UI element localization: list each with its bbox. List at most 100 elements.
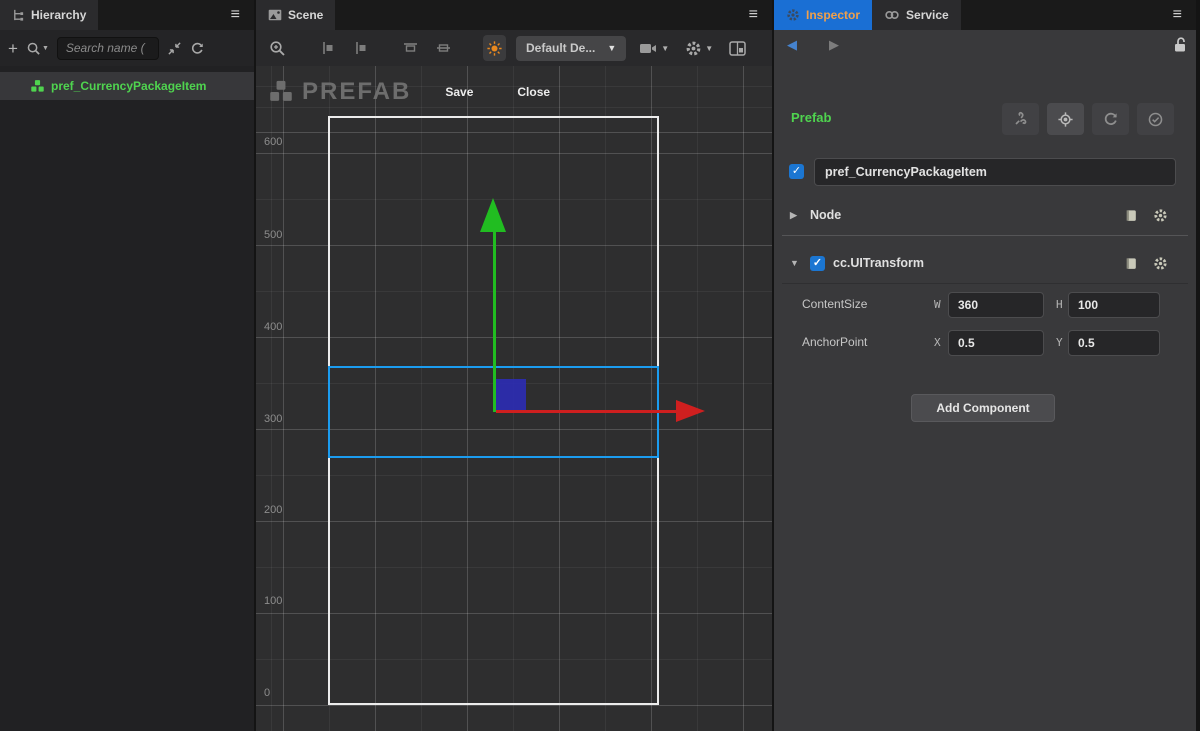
prefab-action-buttons (1002, 103, 1174, 135)
anchor-point-y-input[interactable] (1068, 330, 1160, 356)
uitransform-section-icons (1124, 256, 1168, 271)
anchor-point-label: AnchorPoint (802, 335, 867, 349)
inspector-menu-icon[interactable]: ≡ (1173, 0, 1182, 30)
settings-caret-icon: ▼ (705, 44, 713, 53)
device-dropdown[interactable]: Default De... ▼ (516, 36, 626, 61)
node-settings-gear-icon[interactable] (1153, 208, 1168, 223)
cocos-creator-window: Hierarchy ≡ + ▼ pref_CurrencyPack (0, 0, 1200, 731)
refresh-icon[interactable] (190, 41, 205, 56)
node-anchor-handle[interactable] (495, 379, 526, 411)
gizmo-x-axis-arrowhead[interactable] (676, 400, 705, 422)
uitransform-settings-gear-icon[interactable] (1153, 256, 1168, 271)
prefab-save-button[interactable]: Save (435, 81, 483, 103)
locate-prefab-button[interactable] (1047, 103, 1084, 135)
content-size-w-input[interactable] (948, 292, 1044, 318)
distribute-top-icon[interactable] (399, 35, 422, 61)
collapse-all-icon[interactable] (167, 41, 182, 56)
hierarchy-tree-icon (12, 9, 25, 22)
search-filter-button[interactable]: ▼ (26, 41, 49, 56)
hierarchy-search-input[interactable] (57, 37, 159, 60)
unlock-icon[interactable] (1172, 36, 1188, 53)
gizmo-y-axis-arrow[interactable] (493, 232, 496, 412)
axis-tick-100: 100 (264, 595, 294, 607)
prefab-mode-logo: PREFAB (268, 78, 411, 106)
w-axis-label: W (934, 298, 941, 311)
section-divider (782, 235, 1188, 236)
x-axis-label: X (934, 336, 941, 349)
node-active-checkbox[interactable]: ✓ (789, 164, 804, 179)
hierarchy-menu-icon[interactable]: ≡ (231, 0, 240, 30)
camera-dropdown[interactable]: ▼ (636, 35, 672, 61)
hierarchy-panel: Hierarchy ≡ + ▼ pref_CurrencyPack (0, 0, 256, 731)
gizmo-light-icon[interactable] (483, 35, 506, 61)
tab-scene-label: Scene (288, 8, 323, 22)
content-size-h-input[interactable] (1068, 292, 1160, 318)
uitransform-section-header[interactable]: ▼ ✓ cc.UITransform (774, 248, 1196, 278)
node-caret-icon[interactable]: ▶ (790, 210, 802, 221)
device-dropdown-caret-icon: ▼ (607, 43, 616, 53)
axis-tick-0: 0 (264, 687, 294, 699)
axis-tick-300: 300 (264, 413, 294, 425)
section-divider-2 (782, 283, 1188, 284)
inspector-body: ◀ ▶ Prefab (774, 30, 1196, 731)
tab-hierarchy[interactable]: Hierarchy (0, 0, 98, 30)
add-component-button[interactable]: Add Component (911, 394, 1055, 422)
uitransform-enabled-checkbox[interactable]: ✓ (810, 256, 825, 271)
nav-back-icon[interactable]: ◀ (787, 37, 797, 53)
scene-panel: Scene ≡ (256, 0, 774, 731)
create-node-button[interactable]: + (8, 40, 18, 57)
prefab-logo-cubes-icon (268, 79, 294, 105)
gizmo-x-axis-arrow[interactable] (496, 410, 676, 413)
uitransform-caret-icon[interactable]: ▼ (790, 258, 802, 268)
camera-caret-icon: ▼ (661, 44, 669, 53)
gizmo-y-axis-arrowhead[interactable] (480, 198, 506, 232)
tab-scene[interactable]: Scene (256, 0, 335, 30)
nav-forward-icon[interactable]: ▶ (829, 37, 839, 53)
layout-split-icon[interactable] (726, 35, 749, 61)
unlink-prefab-button[interactable] (1002, 103, 1039, 135)
tab-inspector[interactable]: Inspector (774, 0, 872, 30)
prefab-logo-text: PREFAB (302, 78, 411, 106)
hierarchy-tree: pref_CurrencyPackageItem (0, 66, 254, 731)
axis-tick-200: 200 (264, 504, 294, 516)
distribute-middle-icon[interactable] (432, 35, 455, 61)
anchor-point-row: AnchorPoint X Y (774, 330, 1196, 356)
scene-menu-icon[interactable]: ≡ (749, 0, 758, 30)
content-size-label: ContentSize (802, 297, 867, 311)
inspector-gear-icon (786, 8, 800, 22)
align-left-icon[interactable] (317, 35, 339, 61)
scene-image-icon (268, 9, 282, 21)
node-docs-icon[interactable] (1124, 208, 1139, 223)
hierarchy-toolbar: + ▼ (0, 30, 254, 66)
prefab-asset-label: Prefab (791, 110, 831, 125)
y-axis-label: Y (1056, 336, 1063, 349)
anchor-point-x-input[interactable] (948, 330, 1044, 356)
h-axis-label: H (1056, 298, 1063, 311)
tab-hierarchy-label: Hierarchy (31, 8, 86, 22)
node-name-row: ✓ (774, 158, 1196, 188)
inspector-tabbar: Inspector Service ≡ (774, 0, 1196, 30)
apply-prefab-button[interactable] (1137, 103, 1174, 135)
axis-tick-500: 500 (264, 229, 294, 241)
scene-viewport[interactable]: 600 500 400 300 200 100 0 PREFAB Save Cl… (256, 66, 774, 731)
align-center-h-icon[interactable] (349, 35, 371, 61)
service-link-icon (884, 9, 900, 21)
node-section-icons (1124, 208, 1168, 223)
zoom-in-icon[interactable] (266, 35, 289, 61)
hierarchy-item-selected[interactable]: pref_CurrencyPackageItem (0, 72, 254, 100)
prefab-cubes-icon (30, 79, 45, 94)
node-name-input[interactable] (814, 158, 1176, 186)
uitransform-docs-icon[interactable] (1124, 256, 1139, 271)
inspector-panel: Inspector Service ≡ ◀ ▶ Prefab (774, 0, 1196, 731)
prefab-close-button[interactable]: Close (507, 81, 560, 103)
inspector-nav-row: ◀ ▶ (774, 30, 1196, 60)
tab-service-label: Service (906, 8, 949, 22)
node-section-title: Node (810, 208, 841, 222)
scene-settings-dropdown[interactable]: ▼ (682, 35, 716, 61)
node-section-header[interactable]: ▶ Node (774, 200, 1196, 230)
search-filter-caret-icon: ▼ (42, 45, 49, 52)
tab-service[interactable]: Service (872, 0, 961, 30)
scene-tabbar: Scene ≡ (256, 0, 772, 30)
restore-prefab-button[interactable] (1092, 103, 1129, 135)
uitransform-section-title: cc.UITransform (833, 256, 924, 270)
